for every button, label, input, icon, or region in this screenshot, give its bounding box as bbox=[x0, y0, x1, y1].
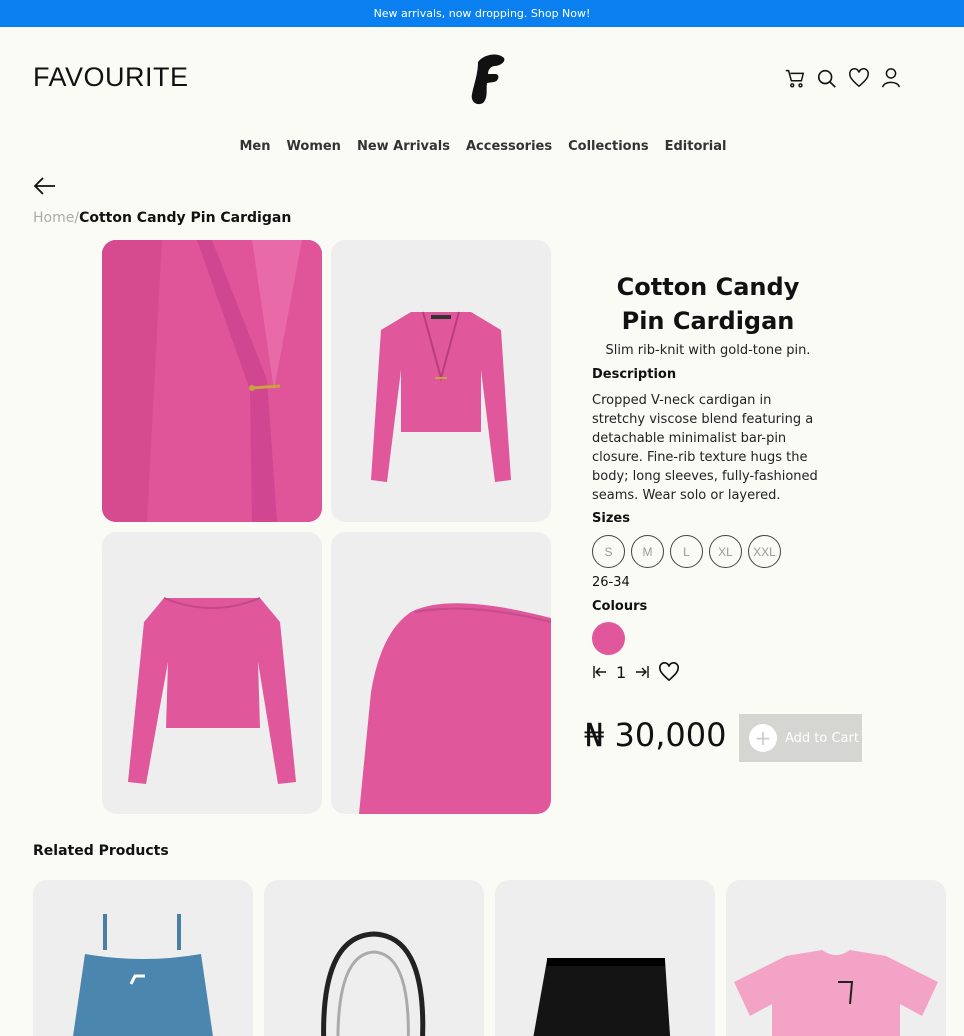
promo-text[interactable]: New arrivals, now dropping. Shop Now! bbox=[374, 7, 591, 20]
product-image-front[interactable] bbox=[331, 240, 551, 522]
decrease-icon[interactable] bbox=[592, 664, 608, 680]
colour-swatch-pink[interactable] bbox=[592, 622, 625, 655]
back-arrow-icon[interactable] bbox=[33, 175, 57, 197]
sizes-label: Sizes bbox=[592, 511, 630, 526]
size-option-l[interactable]: L bbox=[670, 535, 703, 568]
heart-icon[interactable] bbox=[848, 66, 870, 90]
product-description: Cropped V-neck cardigan in stretchy visc… bbox=[592, 393, 818, 503]
size-option-m[interactable]: M bbox=[631, 535, 664, 568]
promo-banner[interactable]: New arrivals, now dropping. Shop Now! bbox=[0, 0, 964, 27]
nav-item-women[interactable]: Women bbox=[285, 139, 341, 154]
user-icon[interactable] bbox=[880, 66, 902, 90]
colours-label: Colours bbox=[592, 599, 648, 614]
quantity-value: 1 bbox=[616, 662, 627, 682]
plus-icon: + bbox=[749, 724, 777, 752]
nav-item-editorial[interactable]: Editorial bbox=[663, 139, 727, 154]
related-products-title: Related Products bbox=[33, 843, 169, 859]
add-to-cart-button[interactable]: + Add to Cart bbox=[739, 714, 862, 762]
nav-item-new-arrivals[interactable]: New Arrivals bbox=[355, 139, 450, 154]
breadcrumb-home[interactable]: Home bbox=[33, 210, 74, 226]
breadcrumb-current: Cotton Candy Pin Cardigan bbox=[79, 210, 292, 226]
description-label: Description bbox=[592, 367, 677, 382]
product-subtitle: Slim rib-knit with gold-tone pin. bbox=[605, 343, 811, 358]
size-range: 26-34 bbox=[592, 575, 630, 590]
size-option-s[interactable]: S bbox=[592, 535, 625, 568]
product-title: Cotton Candy Pin Cardigan bbox=[616, 273, 800, 335]
breadcrumb: Home/Cotton Candy Pin Cardigan bbox=[33, 210, 291, 226]
quantity-stepper: 1 bbox=[592, 662, 680, 682]
brand-name[interactable]: FAVOURITE bbox=[33, 62, 189, 93]
size-selector: S M L XL XXL bbox=[592, 535, 781, 568]
product-image-closeup[interactable] bbox=[102, 240, 322, 522]
product-image-sleeve-detail[interactable] bbox=[331, 532, 551, 814]
wishlist-heart-icon[interactable] bbox=[658, 662, 680, 682]
nav-item-accessories[interactable]: Accessories bbox=[464, 139, 552, 154]
related-product-card[interactable] bbox=[33, 880, 253, 1036]
nav-item-men[interactable]: Men bbox=[238, 139, 271, 154]
increase-icon[interactable] bbox=[634, 664, 650, 680]
main-nav: Men Women New Arrivals Accessories Colle… bbox=[0, 139, 964, 154]
related-product-card[interactable] bbox=[264, 880, 484, 1036]
nav-item-collections[interactable]: Collections bbox=[566, 139, 649, 154]
brand-logo-icon[interactable] bbox=[466, 52, 508, 108]
product-price: ₦ 30,000 bbox=[584, 716, 727, 754]
product-image-back[interactable] bbox=[102, 532, 322, 814]
size-option-xxl[interactable]: XXL bbox=[748, 535, 781, 568]
size-option-xl[interactable]: XL bbox=[709, 535, 742, 568]
related-product-card[interactable] bbox=[495, 880, 715, 1036]
add-to-cart-label: Add to Cart bbox=[785, 730, 859, 746]
search-icon[interactable] bbox=[816, 66, 838, 90]
related-product-card[interactable] bbox=[726, 880, 946, 1036]
cart-icon[interactable] bbox=[784, 66, 806, 90]
